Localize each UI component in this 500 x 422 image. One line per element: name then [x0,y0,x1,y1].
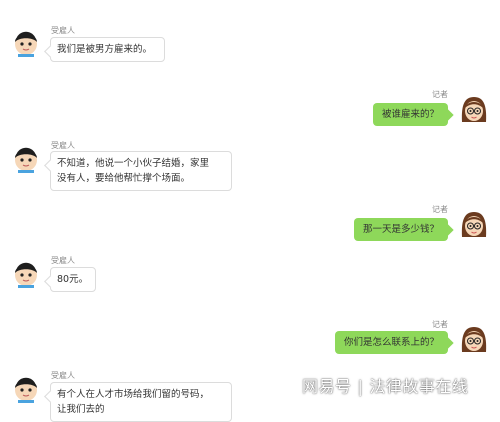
message-text-line: 没有人，要给他帮忙撑个场面。 [57,173,191,184]
message-bubble: 那一天是多少钱？ [353,218,448,241]
boy-avatar-icon [11,373,41,403]
message-text: 我们是被男方雇来的。 [57,44,153,55]
message-text: 那一天是多少钱？ [362,224,439,235]
message-bubble: 我们是被男方雇来的。 [50,37,165,62]
girl-avatar-icon [459,209,489,239]
message-bubble: 被谁雇来的？ [372,103,448,126]
sender-name: 记者 [432,205,448,214]
boy-avatar-icon [11,258,41,288]
girl-avatar-icon [459,94,489,124]
message-text: 80元。 [57,274,89,285]
sender-name: 受雇人 [51,371,75,380]
message-bubble: 80元。 [50,267,96,292]
sender-name: 受雇人 [51,256,75,265]
chat-log: 受雇人 我们是被男方雇来的。 记者 被谁雇来的？ 受雇人 不知道，他说一个小伙子… [0,0,500,422]
message-text: 你们是怎么联系上的？ [343,337,439,348]
boy-avatar-icon [11,143,41,173]
girl-avatar-icon [459,324,489,354]
watermark-channel: 法律故事在线 [369,377,469,396]
watermark-brand: 网易号 [302,377,352,396]
sender-name: 记者 [432,320,448,329]
sender-name: 受雇人 [51,26,75,35]
boy-avatar-icon [11,27,41,57]
sender-name: 记者 [432,90,448,99]
message-text-line: 有个人在人才市场给我们留的号码， [57,389,210,400]
message-bubble: 有个人在人才市场给我们留的号码， 让我们去的 [50,382,232,422]
watermark: 网易号 | 法律故事在线 [302,373,468,397]
message-text-line: 让我们去的 [57,404,105,415]
watermark-separator: | [357,377,364,396]
message-text-line: 不知道，他说一个小伙子结婚，家里 [57,158,210,169]
message-text: 被谁雇来的？ [381,109,439,120]
message-bubble: 不知道，他说一个小伙子结婚，家里 没有人，要给他帮忙撑个场面。 [50,151,232,191]
message-bubble: 你们是怎么联系上的？ [334,331,448,354]
sender-name: 受雇人 [51,141,75,150]
